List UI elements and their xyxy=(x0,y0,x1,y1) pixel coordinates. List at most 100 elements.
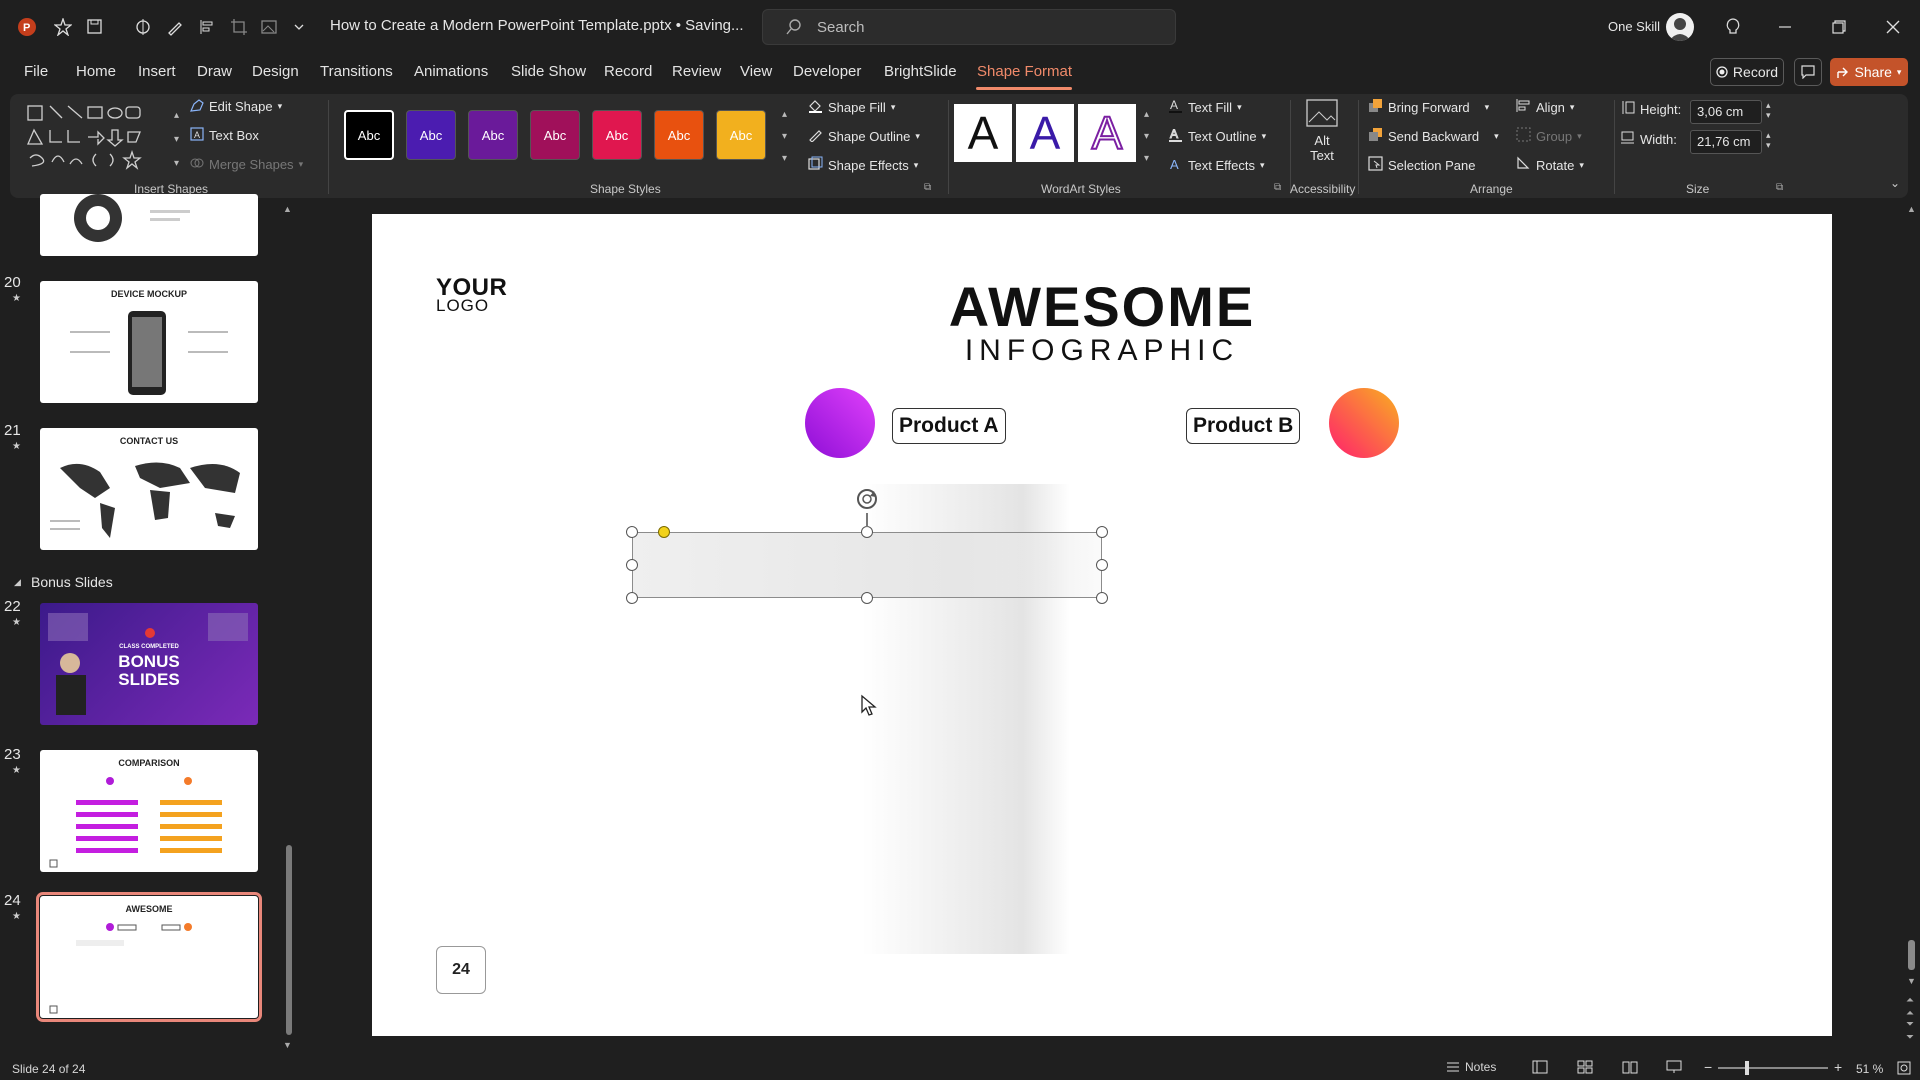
slide-thumbnail-21[interactable]: CONTACT US xyxy=(40,428,258,550)
slide-thumbnail-24[interactable]: AWESOME xyxy=(36,892,262,1022)
tab-shape-format[interactable]: Shape Format xyxy=(977,63,1072,80)
product-b-label[interactable]: Product B xyxy=(1186,408,1301,444)
merge-shapes-button[interactable]: Merge Shapes ▾ xyxy=(190,156,303,173)
normal-view-icon[interactable] xyxy=(1532,1060,1548,1077)
notes-button[interactable]: Notes xyxy=(1446,1060,1496,1074)
slide-subtitle[interactable]: INFOGRAPHIC xyxy=(372,334,1832,368)
customize-toolbar-icon[interactable] xyxy=(286,14,312,40)
share-button[interactable]: Share ▾ xyxy=(1830,58,1908,86)
resize-handle-bottom-right[interactable] xyxy=(1096,592,1108,604)
edit-shape-button[interactable]: Edit Shape ▾ xyxy=(190,98,282,115)
search-box[interactable]: Search xyxy=(762,9,1176,45)
shape-effects-button[interactable]: Shape Effects ▾ xyxy=(808,156,918,174)
resize-handle-top[interactable] xyxy=(861,526,873,538)
tab-brightslide[interactable]: BrightSlide xyxy=(884,63,957,80)
slide-page-number[interactable]: 24 xyxy=(436,946,486,994)
zoom-level[interactable]: 51 % xyxy=(1856,1062,1883,1076)
resize-handle-left[interactable] xyxy=(626,559,638,571)
bring-forward-button[interactable]: Bring Forward ▾ xyxy=(1368,98,1489,116)
shape-style-swatch[interactable]: Abc xyxy=(592,110,642,160)
panel-scroll-up-icon[interactable]: ▲ xyxy=(283,204,292,214)
star-icon[interactable] xyxy=(50,14,76,40)
send-backward-button[interactable]: Send Backward ▾ xyxy=(1368,127,1499,145)
zoom-slider-thumb[interactable] xyxy=(1745,1061,1749,1075)
text-fill-button[interactable]: A Text Fill ▾ xyxy=(1168,98,1242,116)
reading-view-icon[interactable] xyxy=(1622,1060,1638,1077)
tab-design[interactable]: Design xyxy=(252,63,299,80)
product-a-circle[interactable] xyxy=(805,388,875,458)
adjustment-handle[interactable] xyxy=(658,526,670,538)
slide-thumbnail-19[interactable] xyxy=(40,194,258,256)
tab-view[interactable]: View xyxy=(740,63,772,80)
collapse-ribbon-icon[interactable]: ⌄ xyxy=(1890,176,1900,190)
resize-handle-bottom[interactable] xyxy=(861,592,873,604)
tab-insert[interactable]: Insert xyxy=(138,63,176,80)
resize-handle-top-left[interactable] xyxy=(626,526,638,538)
zoom-in-icon[interactable]: + xyxy=(1834,1059,1842,1075)
align-icon[interactable] xyxy=(194,14,220,40)
scroll-up-icon[interactable]: ▲ xyxy=(1907,204,1916,214)
user-name[interactable]: One Skill xyxy=(1608,19,1660,34)
minimize-icon[interactable] xyxy=(1772,14,1798,40)
crop-icon[interactable] xyxy=(226,14,252,40)
resize-handle-bottom-left[interactable] xyxy=(626,592,638,604)
slideshow-icon[interactable] xyxy=(1666,1060,1682,1077)
text-outline-button[interactable]: A Text Outline ▾ xyxy=(1168,127,1266,145)
scroll-down-icon[interactable]: ▼ xyxy=(1907,976,1916,986)
rotate-button[interactable]: Rotate ▾ xyxy=(1516,156,1584,174)
slide-canvas[interactable]: YOUR LOGO AWESOME INFOGRAPHIC Product A … xyxy=(372,214,1832,1036)
record-button[interactable]: Record xyxy=(1710,58,1784,86)
slide-sorter-icon[interactable] xyxy=(1577,1060,1593,1077)
dialog-launcher-icon[interactable]: ⧉ xyxy=(924,182,931,193)
slide-title[interactable]: AWESOME xyxy=(372,274,1832,339)
shape-style-swatch[interactable]: Abc xyxy=(468,110,518,160)
tab-developer[interactable]: Developer xyxy=(793,63,861,80)
wordart-style-2[interactable]: A xyxy=(1016,104,1074,162)
product-a-label[interactable]: Product A xyxy=(892,408,1006,444)
height-stepper[interactable]: ▴ ▾ xyxy=(1766,100,1771,120)
tab-slide-show[interactable]: Slide Show xyxy=(511,63,586,80)
fit-slide-icon[interactable] xyxy=(1896,1060,1912,1079)
tab-home[interactable]: Home xyxy=(76,63,116,80)
shape-style-swatch[interactable]: Abc xyxy=(344,110,394,160)
panel-scroll-down-icon[interactable]: ▼ xyxy=(283,1040,292,1050)
wordart-scroll[interactable]: ▴ ▾ ▾ xyxy=(1144,104,1149,170)
shape-style-swatch[interactable]: Abc xyxy=(530,110,580,160)
tab-animations[interactable]: Animations xyxy=(414,63,488,80)
selected-rectangle-shape[interactable] xyxy=(632,532,1102,598)
close-icon[interactable] xyxy=(1880,14,1906,40)
zoom-slider[interactable] xyxy=(1718,1061,1828,1075)
product-b-circle[interactable] xyxy=(1329,388,1399,458)
tab-draw[interactable]: Draw xyxy=(197,63,232,80)
alt-text-button[interactable]: Alt Text xyxy=(1300,98,1344,176)
selection-pane-button[interactable]: Selection Pane xyxy=(1368,156,1475,174)
dialog-launcher-icon[interactable]: ⧉ xyxy=(1274,182,1281,193)
tab-transitions[interactable]: Transitions xyxy=(320,63,393,80)
height-input[interactable]: 3,06 cm xyxy=(1690,100,1762,124)
wordart-style-3[interactable]: A xyxy=(1078,104,1136,162)
slide-thumbnail-22[interactable]: CLASS COMPLETED BONUS SLIDES xyxy=(40,603,258,725)
shape-fill-button[interactable]: Shape Fill ▾ xyxy=(808,98,895,116)
align-button[interactable]: Align ▾ xyxy=(1516,98,1574,116)
section-collapse-icon[interactable]: ◢ xyxy=(14,577,21,588)
panel-scrollbar[interactable] xyxy=(286,845,292,1035)
presenter-icon[interactable] xyxy=(130,14,156,40)
wordart-style-1[interactable]: A xyxy=(954,104,1012,162)
width-input[interactable]: 21,76 cm xyxy=(1690,130,1762,154)
comments-button[interactable] xyxy=(1794,58,1822,86)
tab-record[interactable]: Record xyxy=(604,63,652,80)
restore-icon[interactable] xyxy=(1826,14,1852,40)
resize-handle-right[interactable] xyxy=(1096,559,1108,571)
group-button[interactable]: Group ▾ xyxy=(1516,127,1582,145)
shape-outline-button[interactable]: Shape Outline ▾ xyxy=(808,127,920,145)
draw-icon[interactable] xyxy=(162,14,188,40)
tab-file[interactable]: File xyxy=(24,63,48,80)
resize-handle-top-right[interactable] xyxy=(1096,526,1108,538)
shape-styles-scroll[interactable]: ▴ ▾ ▾ xyxy=(782,104,787,170)
text-box-button[interactable]: A Text Box xyxy=(190,127,259,144)
tab-review[interactable]: Review xyxy=(672,63,721,80)
picture-icon[interactable] xyxy=(256,14,282,40)
avatar[interactable] xyxy=(1666,13,1694,41)
save-icon[interactable] xyxy=(82,14,108,40)
dialog-launcher-icon[interactable]: ⧉ xyxy=(1776,182,1783,193)
